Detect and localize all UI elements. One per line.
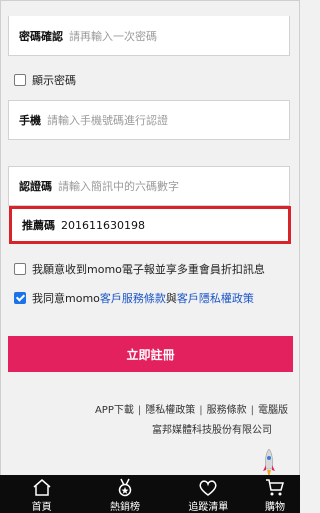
show-password-label: 顯示密碼: [32, 74, 76, 87]
nav-cart-label: 購物: [264, 502, 285, 513]
nav-cart[interactable]: 購物: [250, 475, 300, 513]
nav-home-label: 首頁: [31, 502, 52, 513]
nav-bestsellers-label: 熱銷榜: [109, 502, 140, 513]
register-button[interactable]: 立即註冊: [8, 336, 293, 372]
separator: |: [250, 405, 254, 416]
nav-wishlist-label: 追蹤清單: [188, 502, 229, 513]
nav-wishlist[interactable]: 追蹤清單: [167, 475, 250, 513]
agree-terms-checkbox[interactable]: [14, 292, 26, 304]
heart-icon: [199, 480, 217, 496]
footer-links: APP下載 | 隱私權政策 | 服務條款 | 電腦版: [95, 401, 288, 416]
nav-home[interactable]: 首頁: [0, 475, 83, 513]
confirm-password-field[interactable]: 密碼確認 請再輸入一次密碼: [8, 16, 290, 56]
company-name: 富邦媒體科技股份有限公司: [152, 425, 272, 436]
agree-and: 與: [165, 292, 177, 305]
privacy-link[interactable]: 客戶隱私權政策: [177, 290, 254, 306]
phone-field[interactable]: 手機 請輸入手機號碼進行認證: [8, 100, 290, 140]
show-password-toggle[interactable]: 顯示密碼: [14, 72, 76, 88]
home-icon: [33, 479, 51, 496]
verify-code-placeholder: 請輸入簡訊中的六碼數字: [58, 180, 179, 193]
referral-code-label: 推薦碼: [22, 219, 55, 232]
app-download-link[interactable]: APP下載: [95, 405, 134, 416]
medal-icon: [118, 478, 132, 497]
terms-link[interactable]: 客戶服務條款: [100, 290, 166, 306]
confirm-password-label: 密碼確認: [19, 29, 63, 43]
newsletter-toggle[interactable]: 我願意收到momo電子報並享多重會員折扣訊息: [14, 261, 265, 277]
show-password-checkbox[interactable]: [14, 74, 26, 86]
phone-placeholder: 請輸入手機號碼進行認證: [47, 114, 168, 127]
newsletter-label: 我願意收到momo電子報並享多重會員折扣訊息: [32, 263, 265, 276]
terms-of-service-link[interactable]: 服務條款: [207, 405, 247, 416]
separator: |: [199, 405, 203, 416]
verify-code-field[interactable]: 認證碼 請輸入簡訊中的六碼數字: [8, 166, 290, 206]
bottom-nav: 首頁 熱銷榜 追蹤清單 購物: [0, 475, 300, 513]
agree-terms-toggle[interactable]: 我同意momo 客戶服務條款與客戶隱私權政策: [14, 290, 254, 306]
verify-code-label: 認證碼: [19, 180, 52, 193]
cart-icon: [265, 479, 284, 496]
separator: |: [137, 405, 142, 416]
privacy-policy-link[interactable]: 隱私權政策: [145, 405, 195, 416]
desktop-version-link[interactable]: 電腦版: [258, 405, 288, 416]
referral-code-value: 201611630198: [61, 218, 145, 232]
confirm-password-placeholder: 請再輸入一次密碼: [69, 29, 157, 43]
newsletter-checkbox[interactable]: [14, 263, 26, 275]
agree-prefix: 我同意momo: [32, 292, 100, 305]
nav-bestsellers[interactable]: 熱銷榜: [83, 475, 166, 513]
phone-label: 手機: [19, 114, 41, 127]
referral-code-field[interactable]: 推薦碼 201611630198: [9, 206, 291, 244]
